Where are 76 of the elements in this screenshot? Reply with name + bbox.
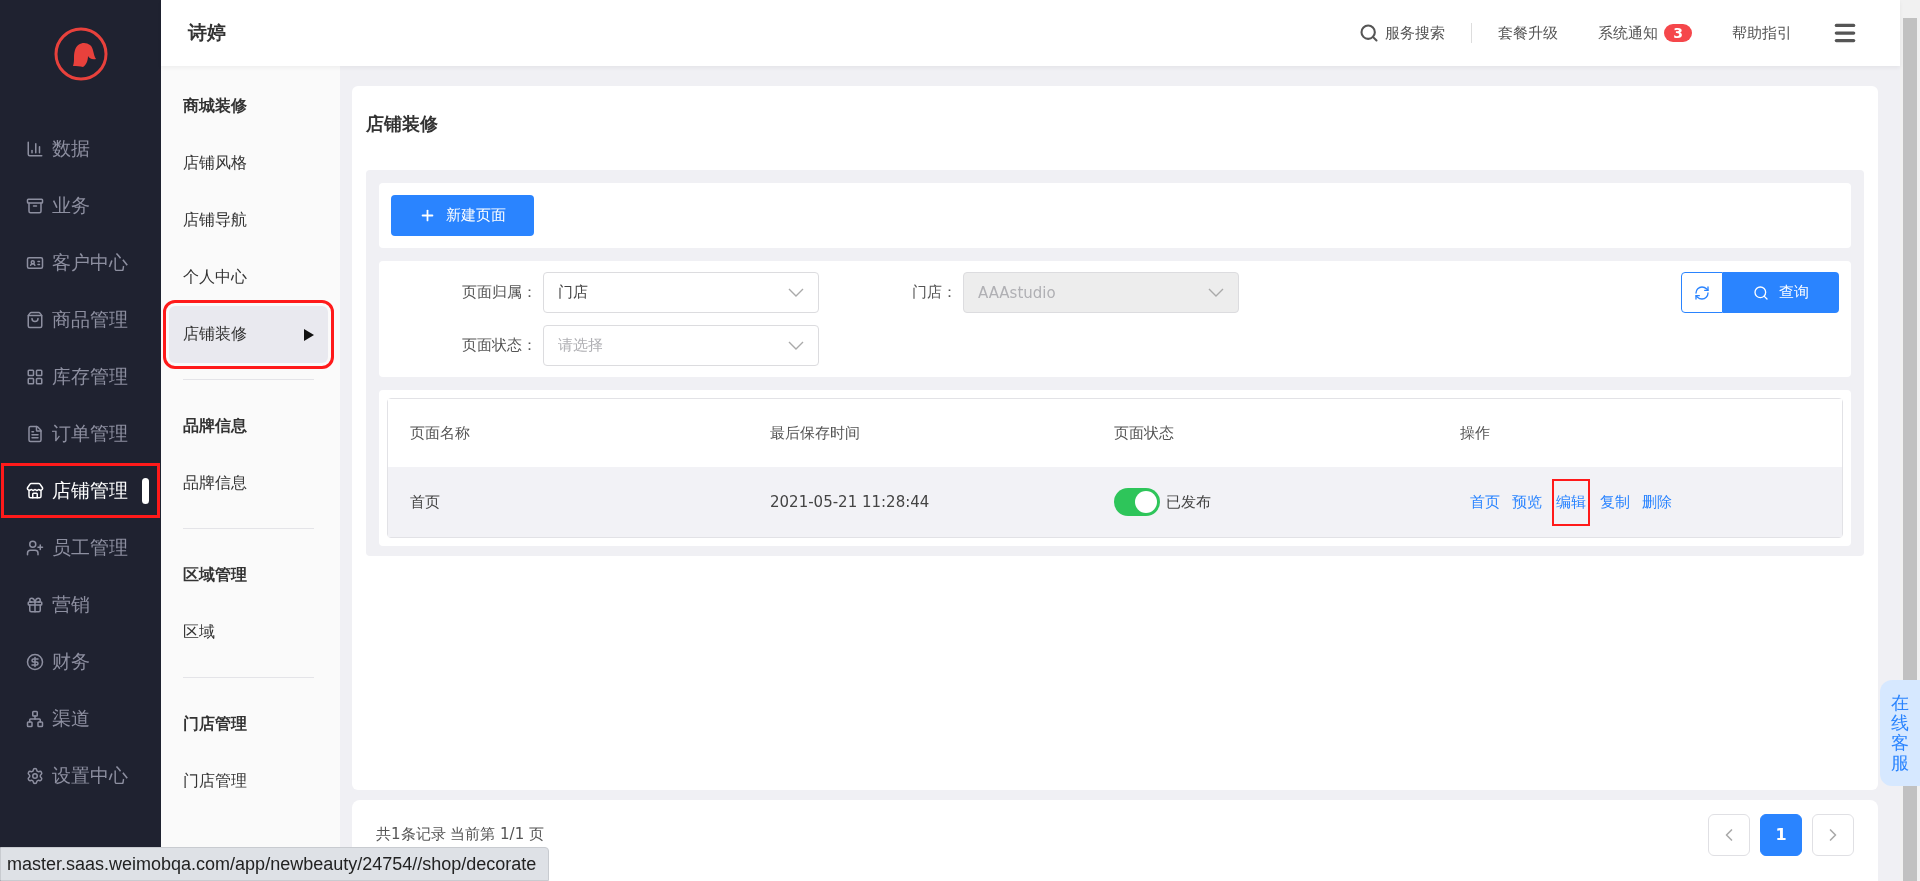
table-cell-text: 首页 (410, 492, 441, 512)
nav-icon (26, 424, 44, 443)
search-icon (1753, 284, 1769, 301)
nav-item[interactable]: 设置中心 (0, 747, 161, 804)
nav-icon (26, 766, 44, 785)
action-link[interactable]: 首页 (1470, 492, 1500, 512)
action-link[interactable]: 预览 (1512, 492, 1542, 512)
page-title: 店铺装修 (366, 112, 439, 136)
nav-item[interactable]: 财务 (0, 633, 161, 690)
refresh-icon (1694, 284, 1710, 301)
triangle-icon (304, 328, 314, 341)
refresh-button[interactable] (1681, 272, 1723, 313)
service-search-link[interactable]: 服务搜索 (1359, 23, 1446, 43)
nav-item[interactable]: 员工管理 (0, 519, 161, 576)
subnav-group-title: 商城装修 (182, 95, 248, 117)
header-link[interactable]: 帮助指引 (1732, 23, 1792, 43)
filter-label: 门店： (912, 283, 957, 302)
nav-item[interactable]: 渠道 (0, 690, 161, 747)
nav-icon (26, 139, 44, 158)
new-page-button[interactable]: 新建页面 (391, 195, 534, 236)
nav-item[interactable]: 客户中心 (0, 234, 161, 291)
chevron-down-icon (1208, 288, 1224, 297)
status-bar-url: master.saas.weimobqa.com/app/newbeauty/24754//shop/decorate (0, 847, 550, 881)
nav-item[interactable]: 订单管理 (0, 405, 161, 462)
nav-icon (26, 310, 44, 329)
header-link[interactable]: 系统通知 3 (1598, 23, 1692, 43)
search-icon (1359, 23, 1380, 43)
query-button[interactable]: 查询 (1723, 272, 1839, 313)
subnav-item[interactable]: 品牌信息 (169, 455, 328, 512)
subnav-group-title: 门店管理 (182, 713, 248, 735)
subnav-item[interactable]: 店铺导航 (169, 192, 328, 249)
select-field[interactable]: 门店 (543, 272, 819, 313)
nav-item[interactable]: 商品管理 (0, 291, 161, 348)
nav-icon (26, 652, 44, 671)
nav-icon (26, 595, 44, 614)
chevron-down-icon (788, 288, 804, 297)
app-title: 诗婷 (188, 20, 227, 45)
action-link[interactable]: 删除 (1642, 492, 1672, 512)
nav-icon (26, 196, 44, 215)
nav-item[interactable]: 数据 (0, 120, 161, 177)
nav-item[interactable]: 店铺管理 (0, 462, 161, 519)
column-header: 页面状态 (1114, 423, 1175, 443)
record-summary: 共1条记录 当前第 1/1 页 (376, 825, 544, 844)
filter-label: 页面状态： (462, 336, 537, 355)
column-header: 最后保存时间 (770, 423, 861, 443)
page-button[interactable]: 1 (1760, 813, 1802, 856)
next-page-button[interactable] (1812, 813, 1854, 856)
plus-icon (419, 207, 436, 224)
nav-item[interactable]: 库存管理 (0, 348, 161, 405)
header-link[interactable]: 套餐升级 (1498, 23, 1559, 43)
nav-icon (26, 367, 44, 386)
subnav-item[interactable]: 个人中心 (169, 249, 328, 306)
subnav-item[interactable]: 店铺风格 (169, 135, 328, 192)
nav-icon (26, 538, 44, 557)
status-toggle[interactable] (1114, 488, 1160, 516)
chevron-down-icon (788, 341, 804, 350)
logo-icon (52, 26, 109, 82)
column-header: 页面名称 (410, 423, 471, 443)
active-indicator (142, 478, 149, 504)
subnav-group-title: 品牌信息 (182, 415, 248, 437)
action-link[interactable]: 复制 (1600, 492, 1630, 512)
nav-item[interactable]: 业务 (0, 177, 161, 234)
table-cell-text: 2021-05-21 11:28:44 (770, 493, 931, 511)
online-service-tab[interactable]: 在线客服 (1880, 680, 1920, 786)
subnav-item[interactable]: 区域 (169, 604, 328, 661)
filter-label: 页面归属： (462, 283, 537, 302)
notification-badge: 3 (1664, 24, 1692, 42)
previous-page-button[interactable] (1708, 813, 1750, 856)
status-label: 已发布 (1166, 492, 1211, 512)
column-header: 操作 (1460, 423, 1491, 443)
action-link[interactable]: 编辑 (1554, 480, 1588, 524)
nav-icon (26, 481, 44, 500)
nav-icon (26, 709, 44, 728)
nav-item[interactable]: 营销 (0, 576, 161, 633)
subnav-item[interactable]: 门店管理 (169, 753, 328, 810)
subnav-group-title: 区域管理 (182, 564, 248, 586)
